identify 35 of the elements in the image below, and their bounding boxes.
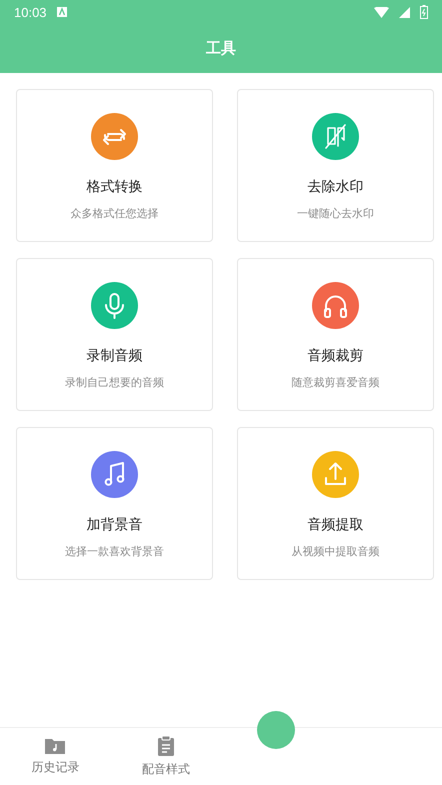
tab-button[interactable]: 历史记录 — [0, 728, 110, 785]
signal-icon — [399, 6, 410, 18]
record-icon — [91, 282, 138, 329]
wifi-icon — [374, 6, 389, 18]
tool-title: 音频提取 — [308, 516, 364, 534]
tool-description: 从视频中提取音频 — [292, 544, 380, 559]
center-tab-button[interactable] — [257, 711, 295, 749]
tool-description: 选择一款喜欢背景音 — [65, 544, 164, 559]
tool-description: 录制自己想要的音频 — [65, 375, 164, 390]
upload-icon — [312, 451, 359, 498]
tool-card[interactable]: 音频裁剪 随意裁剪喜爱音频 — [237, 258, 434, 411]
tool-title: 录制音频 — [86, 347, 142, 365]
watermark-icon — [312, 113, 359, 160]
tool-title: 去除水印 — [308, 178, 364, 196]
status-time: 10:03 — [14, 4, 47, 20]
tool-card[interactable]: 录制音频 录制自己想要的音频 — [16, 258, 213, 411]
tab-button[interactable]: 配音样式 — [110, 728, 221, 785]
tool-description: 随意裁剪喜爱音频 — [292, 375, 380, 390]
tool-card[interactable]: 去除水印 一键随心去水印 — [237, 89, 434, 242]
tool-description: 一键随心去水印 — [297, 206, 374, 221]
convert-icon — [91, 113, 138, 160]
tool-title: 加背景音 — [86, 516, 142, 534]
music-folder-icon — [44, 737, 66, 755]
clipboard-icon — [156, 735, 175, 757]
headphones-icon — [312, 282, 359, 329]
tool-description: 众多格式任您选择 — [70, 206, 158, 221]
notification-icon — [56, 7, 67, 17]
page-title: 工具 — [206, 39, 236, 58]
tool-title: 格式转换 — [86, 178, 142, 196]
music-icon — [91, 451, 138, 498]
battery-icon — [420, 5, 428, 19]
tool-card[interactable]: 加背景音 选择一款喜欢背景音 — [16, 427, 213, 580]
tool-card[interactable]: 音频提取 从视频中提取音频 — [237, 427, 434, 580]
tool-card[interactable]: 格式转换 众多格式任您选择 — [16, 89, 213, 242]
tool-title: 音频裁剪 — [308, 347, 364, 365]
